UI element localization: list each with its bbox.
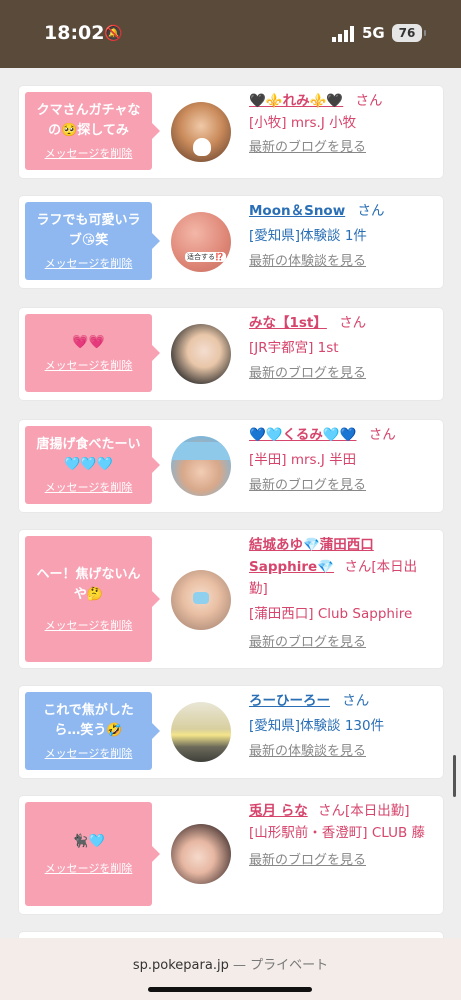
latest-post-link[interactable]: 最新のブログを見る (249, 478, 366, 493)
network-type: 5G (362, 24, 385, 42)
list-item: ヘー！焦げないんや🤔 メッセージを削除 結城あゆ💎蒲田西口Sapphire💎 さ… (19, 530, 443, 668)
avatar[interactable] (171, 824, 231, 884)
list-item: これで焦がしたら…笑う🤣 メッセージを削除 ろーひーろー さん [愛知県]体験談… (19, 686, 443, 778)
review-info: [愛知県]体験談 1件 (249, 228, 367, 244)
delete-message-link[interactable]: メッセージを削除 (45, 255, 133, 271)
message-bubble: 🐈‍⬛🩵 メッセージを削除 (25, 802, 160, 906)
latest-post-link[interactable]: 最新のブログを見る (249, 853, 366, 868)
url-domain: sp.pokepara.jp (132, 958, 229, 973)
user-info: Moon＆Snow さん [愛知県]体験談 1件 最新の体験談を見る (249, 200, 434, 274)
list-item: 🐈‍⬛🩵 メッセージを削除 兎月 らな さん[本日出勤] [山形駅前・香澄町] … (19, 796, 443, 914)
message-list: クマさんガチャなの🥺探してみ メッセージを削除 🖤⚜️れみ⚜️🖤 さん [小牧]… (0, 68, 461, 938)
list-item: 唐揚げ食べたーい🩵🩵🩵 メッセージを削除 💙🩵くるみ🩵💙 さん [半田] mrs… (19, 420, 443, 512)
delete-message-link[interactable]: メッセージを削除 (45, 860, 133, 876)
browser-url-bar[interactable]: sp.pokepara.jp — プライベート (0, 938, 461, 1000)
latest-post-link[interactable]: 最新のブログを見る (249, 366, 366, 381)
avatar[interactable]: 适合する⁉️ (171, 212, 231, 272)
user-info: ろーひーろー さん [愛知県]体験談 130件 最新の体験談を見る (249, 690, 434, 764)
delete-message-link[interactable]: メッセージを削除 (45, 479, 133, 495)
signal-icon (332, 26, 354, 42)
latest-post-link[interactable]: 最新のブログを見る (249, 140, 366, 155)
latest-review-link[interactable]: 最新の体験談を見る (249, 744, 366, 759)
honorific: さん[本日出勤] (318, 803, 410, 819)
status-bar: 18:02 🔕 5G 76 (0, 0, 461, 68)
honorific: さん (355, 93, 383, 109)
user-info: 💙🩵くるみ🩵💙 さん [半田] mrs.J 半田 最新のブログを見る (249, 424, 434, 498)
message-text: ヘー！焦げないんや🤔 (36, 567, 141, 602)
avatar[interactable] (171, 570, 231, 630)
url-separator: — (228, 958, 251, 973)
delete-message-link[interactable]: メッセージを削除 (45, 145, 133, 161)
delete-message-link[interactable]: メッセージを削除 (45, 745, 133, 761)
user-name-link[interactable]: みな【1st】 (249, 315, 327, 331)
delete-message-link[interactable]: メッセージを削除 (45, 357, 133, 373)
message-bubble: ラフでも可愛いラブ😘笑 メッセージを削除 (25, 202, 160, 280)
message-bubble: ヘー！焦げないんや🤔 メッセージを削除 (25, 536, 160, 662)
user-info: みな【1st】 さん [JR宇都宮] 1st 最新のブログを見る (249, 312, 434, 386)
user-info: 兎月 らな さん[本日出勤] [山形駅前・香澄町] CLUB 藤 最新のブログを… (249, 800, 434, 878)
browsing-mode: プライベート (250, 958, 329, 973)
mute-bell-icon: 🔕 (104, 24, 123, 42)
user-name-link[interactable]: Moon＆Snow (249, 203, 345, 219)
honorific: さん (339, 315, 367, 331)
shop-info: [山形駅前・香澄町] CLUB 藤 (249, 825, 426, 841)
avatar[interactable] (171, 324, 231, 384)
shop-info: [半田] mrs.J 半田 (249, 452, 357, 468)
message-text: ラフでも可愛いラブ😘笑 (36, 213, 141, 248)
avatar[interactable] (171, 436, 231, 496)
shop-info: [JR宇都宮] 1st (249, 340, 339, 356)
honorific: さん (342, 693, 370, 709)
message-text: クマさんガチャなの🥺探してみ (36, 103, 141, 138)
message-bubble: 💗💗 メッセージを削除 (25, 314, 160, 392)
scroll-indicator[interactable] (453, 755, 456, 797)
list-item: 💗💗 メッセージを削除 みな【1st】 さん [JR宇都宮] 1st 最新のブロ… (19, 308, 443, 400)
delete-message-link[interactable]: メッセージを削除 (45, 617, 133, 633)
message-bubble: クマさんガチャなの🥺探してみ メッセージを削除 (25, 92, 160, 170)
latest-post-link[interactable]: 最新のブログを見る (249, 635, 366, 650)
latest-review-link[interactable]: 最新の体験談を見る (249, 254, 366, 269)
message-bubble: これで焦がしたら…笑う🤣 メッセージを削除 (25, 692, 160, 770)
heart-sticker-icon (193, 138, 211, 156)
avatar[interactable] (171, 102, 231, 162)
mask-icon (193, 592, 209, 604)
shop-info: [小牧] mrs.J 小牧 (249, 115, 357, 131)
avatar-sticker-text: 适合する⁉️ (185, 252, 226, 262)
list-item: クマさんガチャなの🥺探してみ メッセージを削除 🖤⚜️れみ⚜️🖤 さん [小牧]… (19, 86, 443, 178)
user-name-link[interactable]: 🖤⚜️れみ⚜️🖤 (249, 93, 343, 109)
shop-info: [蒲田西口] Club Sapphire (249, 606, 413, 622)
message-text: 💗💗 (72, 335, 105, 350)
url-text[interactable]: sp.pokepara.jp — プライベート (0, 954, 461, 973)
message-text: 🐈‍⬛🩵 (72, 834, 105, 849)
avatar[interactable] (171, 702, 231, 762)
message-text: 唐揚げ食べたーい🩵🩵🩵 (36, 437, 141, 472)
battery-icon: 76 (392, 24, 426, 42)
home-indicator[interactable] (148, 987, 312, 992)
user-info: 🖤⚜️れみ⚜️🖤 さん [小牧] mrs.J 小牧 最新のブログを見る (249, 90, 434, 162)
cap-icon (171, 442, 231, 460)
message-bubble: 唐揚げ食べたーい🩵🩵🩵 メッセージを削除 (25, 426, 160, 504)
status-time: 18:02 (44, 22, 105, 44)
user-name-link[interactable]: 💙🩵くるみ🩵💙 (249, 427, 356, 443)
user-info: 結城あゆ💎蒲田西口Sapphire💎 さん[本日出勤] [蒲田西口] Club … (249, 534, 434, 658)
list-item: ラフでも可愛いラブ😘笑 メッセージを削除 适合する⁉️ Moon＆Snow さん… (19, 196, 443, 288)
honorific: さん (357, 203, 385, 219)
honorific: さん (368, 427, 396, 443)
message-text: これで焦がしたら…笑う🤣 (43, 703, 134, 738)
user-name-link[interactable]: ろーひーろー (249, 693, 330, 709)
user-name-link[interactable]: 兎月 らな (249, 803, 308, 819)
review-info: [愛知県]体験談 130件 (249, 718, 385, 734)
